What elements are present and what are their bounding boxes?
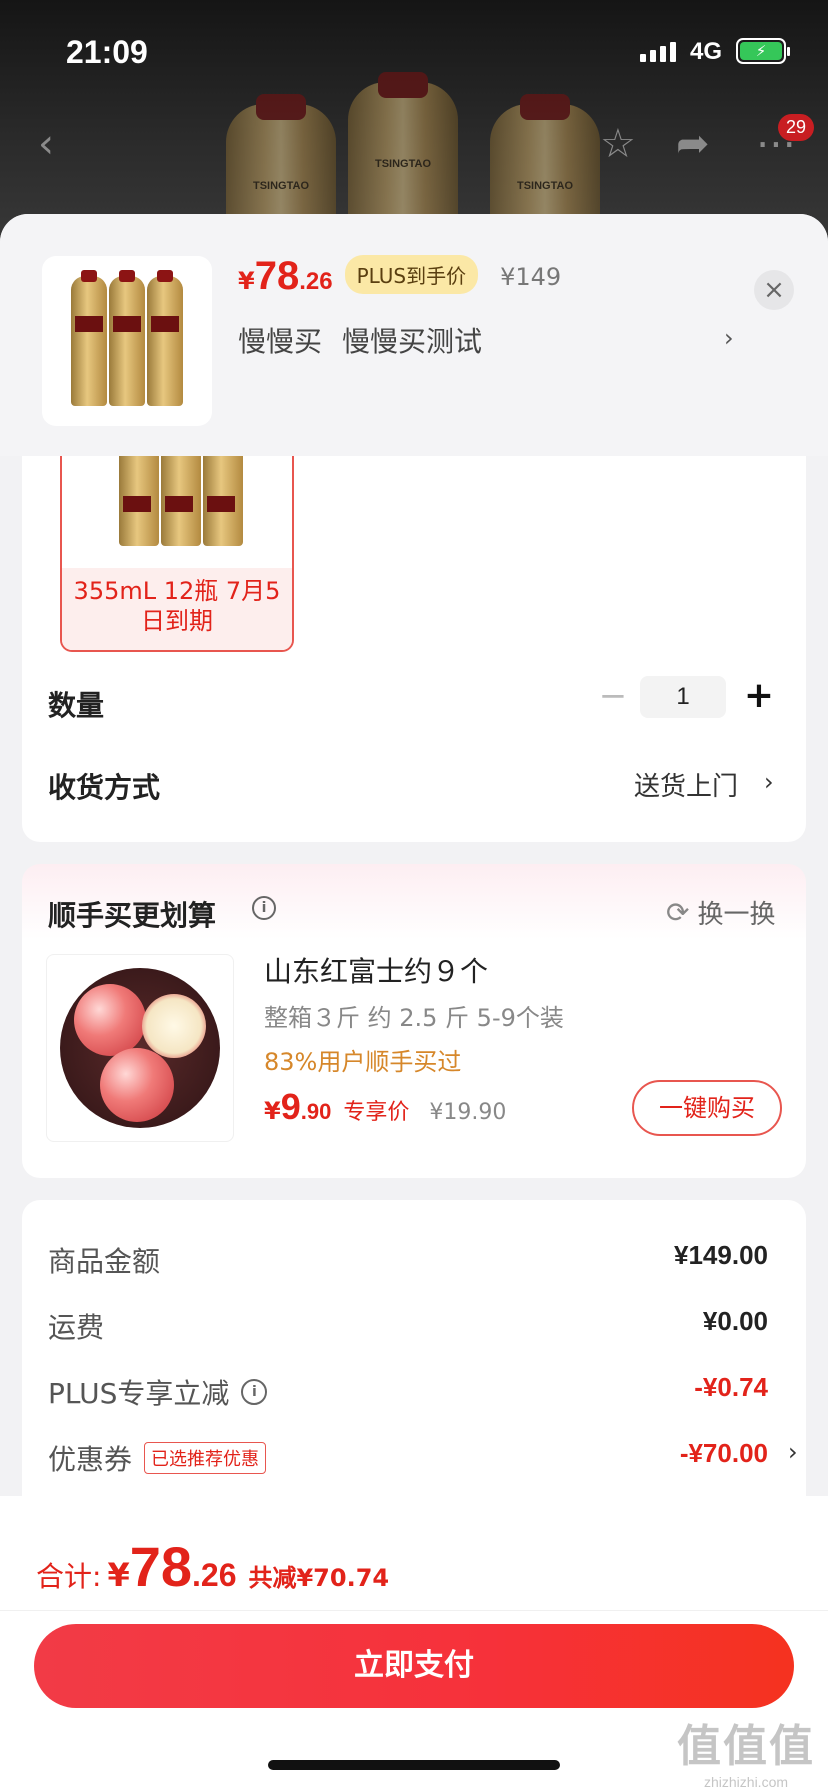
one-click-buy-button[interactable]: 一键购买 xyxy=(632,1080,782,1136)
swap-label: 换一换 xyxy=(697,900,776,930)
addon-buyers-rate: 83%用户顺手买过 xyxy=(264,1048,462,1076)
battery-charging-icon: ⚡ xyxy=(736,38,790,64)
summary-row-shipping: 运费 ¥0.00 xyxy=(48,1306,768,1346)
top-navigation: ‹ ☆ ➦ ⋯ 29 xyxy=(0,110,828,180)
addon-product-spec: 整箱３斤 约 2.5 斤 5-9个装 xyxy=(264,1004,564,1032)
price-summary-card: 商品金额 ¥149.00 运费 ¥0.00 PLUS专享立减 i -¥0.74 … xyxy=(22,1200,806,1500)
status-time: 21:09 xyxy=(66,34,148,70)
summary-value: ¥149.00 xyxy=(674,1240,768,1270)
chevron-right-icon[interactable]: › xyxy=(724,324,734,352)
summary-row-plus-discount: PLUS专享立减 i -¥0.74 xyxy=(48,1372,768,1412)
refresh-icon: ⟳ xyxy=(666,896,690,929)
selected-spec[interactable]: 慢慢买 慢慢买测试 xyxy=(238,320,482,360)
pay-now-button[interactable]: 立即支付 xyxy=(34,1624,794,1708)
addon-price-decimal: .90 xyxy=(300,1099,332,1124)
summary-value: -¥70.00 xyxy=(679,1438,768,1468)
total-row: 合计: ¥ 78 .26 共减¥70.74 xyxy=(36,1534,389,1599)
plus-price-tag: PLUS到手价 xyxy=(344,255,479,294)
total-decimal: .26 xyxy=(192,1557,237,1593)
thumbnail-bottle xyxy=(147,270,183,406)
sku-image xyxy=(106,456,256,546)
addon-recommendation-card: 顺手买更划算 i ⟳ 换一换 山东红富士约９个 整箱３斤 约 2.5 斤 5-9… xyxy=(22,864,806,1178)
purchase-sheet: ¥ 78 .26 PLUS到手价 ¥149 × 慢慢买 慢慢买测试 › 355m… xyxy=(0,214,828,1792)
summary-value: -¥0.74 xyxy=(694,1372,768,1402)
cellular-signal-icon xyxy=(640,42,676,62)
summary-label: 商品金额 xyxy=(48,1245,161,1278)
watermark-url: zhizhizhi.com xyxy=(703,1774,789,1790)
coupon-tag: 已选推荐优惠 xyxy=(144,1442,267,1474)
summary-label: 优惠券 xyxy=(48,1443,133,1476)
quantity-increase-button[interactable]: + xyxy=(742,674,776,718)
sku-bottle xyxy=(119,456,159,546)
sheet-header: ¥ 78 .26 PLUS到手价 ¥149 × 慢慢买 慢慢买测试 › xyxy=(0,214,828,456)
back-icon[interactable]: ‹ xyxy=(38,124,54,164)
divider xyxy=(0,1610,828,1611)
price-decimal: .26 xyxy=(299,268,333,295)
info-icon[interactable]: i xyxy=(241,1379,268,1405)
spec-part-2: 慢慢买测试 xyxy=(342,325,483,358)
swap-button[interactable]: ⟳ 换一换 xyxy=(666,894,775,931)
watermark-logo: 值值值 xyxy=(677,1721,815,1772)
summary-row-goods: 商品金额 ¥149.00 xyxy=(48,1240,768,1280)
addon-product-name[interactable]: 山东红富士约９个 xyxy=(264,950,488,990)
total-discount: 共减¥70.74 xyxy=(248,1564,390,1592)
addon-price-row: ¥ 9 .90 专享价 ¥19.90 xyxy=(264,1086,506,1128)
home-indicator[interactable] xyxy=(268,1760,560,1770)
summary-row-coupon[interactable]: 优惠券 已选推荐优惠 -¥70.00 › xyxy=(48,1438,804,1478)
product-thumbnail xyxy=(42,256,212,426)
addon-original-price: ¥19.90 xyxy=(429,1100,507,1125)
product-price-row: ¥ 78 .26 PLUS到手价 ¥149 xyxy=(238,254,561,300)
network-type: 4G xyxy=(690,38,723,65)
info-icon[interactable]: i xyxy=(252,896,276,920)
addon-title: 顺手买更划算 xyxy=(48,899,217,932)
quantity-decrease-button[interactable]: − xyxy=(598,676,628,716)
quantity-input[interactable]: 1 xyxy=(640,676,726,718)
sku-bottle xyxy=(203,456,243,546)
total-currency: ¥ xyxy=(107,1556,130,1594)
total-label: 合计: xyxy=(36,1560,102,1593)
addon-price-currency: ¥ xyxy=(264,1097,281,1125)
price-integer: 78 xyxy=(254,254,300,298)
original-price: ¥149 xyxy=(500,263,562,291)
status-bar: 21:09 4G ⚡ xyxy=(0,0,828,100)
spec-part-1: 慢慢买 xyxy=(238,325,323,358)
price-currency: ¥ xyxy=(238,267,255,295)
sku-label: 355mL 12瓶 7月5日到期 xyxy=(62,568,292,650)
chevron-right-icon[interactable]: › xyxy=(764,768,774,796)
summary-label: PLUS专享立减 xyxy=(48,1377,230,1410)
sku-option-selected[interactable]: 355mL 12瓶 7月5日到期 xyxy=(60,456,294,652)
apple-image xyxy=(60,968,220,1128)
addon-product-image[interactable] xyxy=(46,954,234,1142)
thumbnail-bottle xyxy=(109,270,145,406)
sku-bottle xyxy=(161,456,201,546)
star-icon[interactable]: ☆ xyxy=(600,124,636,164)
close-button[interactable]: × xyxy=(754,270,794,310)
message-badge: 29 xyxy=(778,114,815,141)
options-card: 355mL 12瓶 7月5日到期 数量 − 1 + 收货方式 送货上门 › xyxy=(22,456,806,842)
thumbnail-bottle xyxy=(71,270,107,406)
watermark: 值值值 zhizhizhi.com xyxy=(676,1710,816,1790)
summary-label: 运费 xyxy=(48,1311,105,1344)
addon-price-integer: 9 xyxy=(280,1086,301,1127)
chevron-right-icon[interactable]: › xyxy=(788,1438,798,1466)
total-integer: 78 xyxy=(129,1535,192,1598)
shipping-method-label: 收货方式 xyxy=(48,771,161,804)
addon-price-tag: 专享价 xyxy=(343,1100,410,1125)
quantity-label: 数量 xyxy=(48,689,105,722)
share-icon[interactable]: ➦ xyxy=(676,124,710,164)
shipping-method-value[interactable]: 送货上门 xyxy=(634,766,738,803)
summary-value: ¥0.00 xyxy=(702,1306,768,1336)
